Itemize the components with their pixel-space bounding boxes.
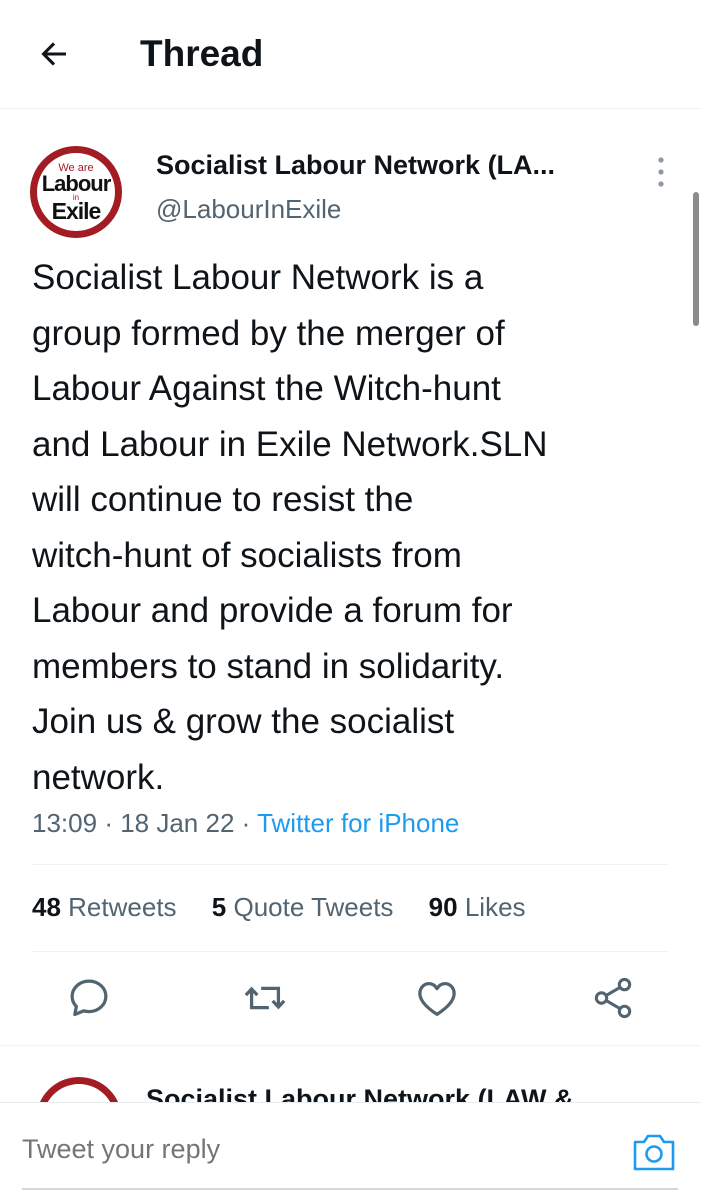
meta-separator: · (104, 808, 121, 838)
tweet-time[interactable]: 13:09 (32, 808, 97, 838)
page-title: Thread (140, 33, 264, 74)
retweets-label: Retweets (68, 892, 177, 922)
arrow-left-icon[interactable] (36, 36, 72, 72)
tweet-stats: 48 Retweets 5 Quote Tweets 90 Likes (32, 892, 554, 923)
tweet-metadata: 13:09 · 18 Jan 22 · Twitter for iPhone (32, 808, 459, 839)
retweets-stat[interactable]: 48 Retweets (32, 892, 177, 923)
tweet-text-line: Join us & grow the socialist (32, 702, 455, 741)
reply-icon[interactable] (66, 975, 112, 1021)
tweet-text-line: members to stand in solidarity. (32, 646, 505, 686)
share-icon[interactable] (590, 975, 636, 1021)
tweet-source-link[interactable]: Twitter for iPhone (257, 808, 459, 838)
divider (32, 864, 669, 865)
quote-tweets-label: Quote Tweets (233, 892, 394, 922)
tweet-text-line: and Labour in Exile Network.SLN (32, 424, 548, 464)
reply-input[interactable] (22, 1134, 582, 1165)
likes-stat[interactable]: 90 Likes (429, 892, 526, 923)
tweet-text-line: will continue to resist the (32, 480, 414, 519)
author-display-name[interactable]: Socialist Labour Network (LA... (156, 150, 555, 181)
tweet-text-line: Socialist Labour Network is a (32, 258, 484, 297)
avatar-logo: We are Labour in Exile (37, 153, 115, 231)
tweet-actions-bar (0, 975, 701, 1025)
reply-input-underline (22, 1188, 678, 1190)
tweet-text: Socialist Labour Network is a group form… (32, 250, 682, 805)
tweet-text-line: network. (32, 757, 165, 797)
tweet-date[interactable]: 18 Jan 22 (120, 808, 234, 838)
meta-separator: · (241, 808, 258, 838)
more-options-icon[interactable] (652, 155, 670, 189)
divider (32, 951, 669, 952)
likes-label: Likes (464, 892, 526, 922)
tweet-text-line: Labour Against the Witch-hunt (32, 369, 501, 408)
retweet-icon[interactable] (242, 975, 288, 1021)
tweet-text-line: Labour and provide a forum for (32, 591, 513, 630)
scrollbar[interactable] (693, 192, 699, 326)
avatar[interactable]: We are Labour in Exile (30, 146, 122, 238)
like-icon[interactable] (414, 975, 460, 1021)
tweet-text-line: witch-hunt of socialists from (32, 535, 462, 575)
top-bar: Thread (0, 0, 701, 109)
quote-tweets-stat[interactable]: 5 Quote Tweets (212, 892, 394, 923)
camera-icon[interactable] (632, 1130, 676, 1172)
likes-count: 90 (428, 892, 458, 922)
retweets-count: 48 (32, 892, 61, 922)
tweet-text-line: group formed by the merger of (32, 313, 505, 353)
quote-tweets-count: 5 (211, 892, 227, 922)
logo-text-bottom: Exile (51, 198, 102, 224)
author-handle[interactable]: @LabourInExile (156, 194, 341, 225)
divider (0, 1045, 701, 1046)
